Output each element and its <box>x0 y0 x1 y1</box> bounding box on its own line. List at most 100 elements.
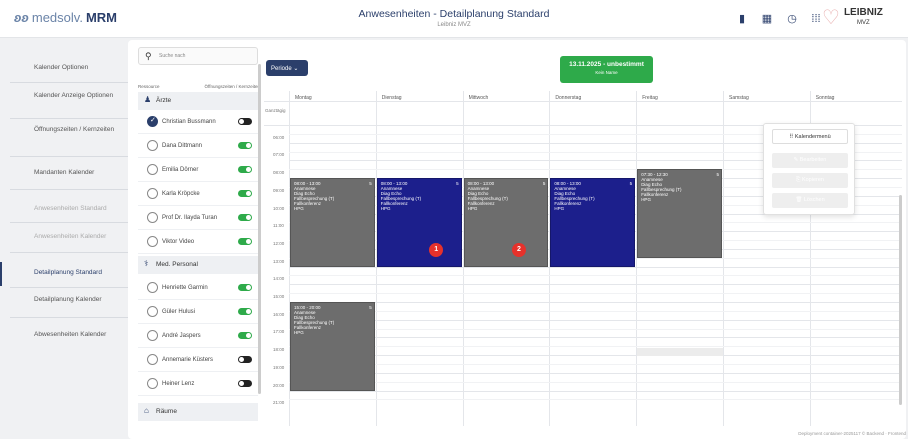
sidebar-item-kalender-anzeige[interactable]: Kalender Anzeige Optionen <box>0 92 128 100</box>
grid-icon[interactable]: ⁞⁞⁞ <box>809 12 823 26</box>
radio[interactable] <box>147 306 158 317</box>
resource-scrollbar[interactable] <box>258 64 261 394</box>
radio[interactable] <box>147 236 158 247</box>
toggle[interactable] <box>238 190 252 197</box>
list-item[interactable]: Annemarie Küsters <box>138 348 258 372</box>
edit-button[interactable]: ✎ Bearbeiten <box>772 153 848 168</box>
day-header-sonntag: Sonntag <box>815 95 835 101</box>
sidebar-item-anwesenheiten-kalender[interactable]: Anwesenheiten Kalender <box>0 233 128 241</box>
list-item[interactable]: Christian Bussmann <box>138 110 258 134</box>
half-line <box>289 381 902 383</box>
toggle[interactable] <box>238 380 252 387</box>
group-med-personal[interactable]: ⚕ Med. Personal <box>138 256 258 274</box>
group-raeume[interactable]: ⌂ Räume <box>138 403 258 421</box>
brand-logo: ♡ LEIBNIZ MVZ <box>822 7 883 29</box>
toggle[interactable] <box>238 238 252 245</box>
list-item[interactable]: Prof Dr. Ilayda Turan <box>138 206 258 230</box>
time-label: 18:00 <box>273 347 285 353</box>
toggle[interactable] <box>238 118 252 125</box>
radio[interactable] <box>147 330 158 341</box>
day-header-samstag: Samstag <box>729 95 749 101</box>
app-logo[interactable]: ʚʚ medsolv. MRM <box>14 10 117 25</box>
calendar-event[interactable]: 08:00 - 13:00 Anamnese Diag Echo Fallbespre… <box>463 178 549 267</box>
day-header-mittwoch: Mittwoch <box>468 95 489 101</box>
half-line <box>289 363 902 365</box>
hour-line <box>289 372 902 374</box>
hour-line <box>289 319 902 321</box>
brand-name: LEIBNIZ <box>843 7 883 18</box>
event-count: 5 <box>716 172 719 178</box>
time-label: 06:00 <box>273 134 285 140</box>
sidebar: Kalender Optionen Kalender Anzeige Optio… <box>0 38 128 439</box>
list-item[interactable]: Henriette Garmin <box>138 276 258 300</box>
toggle[interactable] <box>238 332 252 339</box>
event-count: 5 <box>629 181 633 187</box>
sidebar-item-anwesenheiten-standard[interactable]: Anwesenheiten Standard <box>0 205 128 213</box>
toggle[interactable] <box>238 214 252 221</box>
radio[interactable] <box>147 188 158 199</box>
radio[interactable] <box>147 378 158 389</box>
date-range: 13.11.2025 - unbestimmt <box>569 61 644 68</box>
date-range-box[interactable]: 13.11.2025 - unbestimmt Kein Name <box>560 56 653 83</box>
clock-icon[interactable]: ◷ <box>785 12 799 26</box>
toggle[interactable] <box>238 284 252 291</box>
sidebar-item-oeffnungszeiten[interactable]: Öffnungszeiten / Kernzeiten <box>0 126 128 134</box>
list-item[interactable]: Dana Dittmann <box>138 134 258 158</box>
period-button[interactable]: Periode ⌄ <box>266 60 308 76</box>
event-line: HPG <box>554 206 565 212</box>
sidebar-item-mandanten[interactable]: Mandanten Kalender <box>0 169 128 177</box>
allday-label: Ganztägig <box>265 108 286 113</box>
sidebar-item-abwesenheiten-kalender[interactable]: Abwesenheiten Kalender <box>0 331 128 339</box>
copy-button[interactable]: ⎘ Kopieren <box>772 173 848 188</box>
list-item[interactable]: Güler Hulusi <box>138 300 258 324</box>
logo-text: medsolv. <box>31 10 83 25</box>
half-line <box>289 399 902 401</box>
calendar-event[interactable]: 08:00 - 13:00 Anamnese Diag Echo Fallbespre… <box>290 178 375 267</box>
sidebar-item-kalender-optionen[interactable]: Kalender Optionen <box>0 64 128 72</box>
calendar-event[interactable]: 07:30 - 12:30 Anamnese Diag Echo Fallbespre… <box>637 169 722 258</box>
radio[interactable] <box>147 354 158 365</box>
radio[interactable] <box>147 164 158 175</box>
delete-button[interactable]: 🗑 Löschen <box>772 193 848 208</box>
radio[interactable] <box>147 212 158 223</box>
event-count: 5 <box>456 181 459 187</box>
calendar-scrollbar[interactable] <box>899 195 902 405</box>
list-item[interactable]: Heiner Lenz <box>138 372 258 396</box>
col-resource: Ressource <box>138 84 160 89</box>
group-aerzte[interactable]: ♟ Ärzte <box>138 92 258 110</box>
time-label: 13:00 <box>273 258 285 264</box>
day-header-freitag: Freitag <box>642 95 658 101</box>
search-input[interactable]: ⚲ Suche nach <box>138 47 258 65</box>
top-bar: ʚʚ medsolv. MRM Anwesenheiten - Detailplan… <box>0 0 908 38</box>
list-item[interactable]: Karla Kröpcke <box>138 182 258 206</box>
search-icon: ⚲ <box>145 51 152 61</box>
hour-line <box>289 302 902 303</box>
event-line: HPG <box>294 206 304 212</box>
half-line <box>289 275 902 277</box>
sidebar-item-detailplanung-standard[interactable]: Detailplanung Standard <box>0 262 128 286</box>
toggle[interactable] <box>238 356 252 363</box>
calendar-menu-button[interactable]: ⠿ Kalendermenü <box>772 129 848 144</box>
sidebar-item-detailplanung-kalender[interactable]: Detailplanung Kalender <box>0 296 128 304</box>
toggle[interactable] <box>238 142 252 149</box>
event-count: 5 <box>542 181 546 187</box>
radio[interactable] <box>147 282 158 293</box>
document-icon[interactable]: ▮ <box>735 12 749 26</box>
event-line: HPG <box>380 206 391 212</box>
calendar-icon[interactable]: ▦ <box>760 12 774 26</box>
toggle[interactable] <box>238 308 252 315</box>
highlight-cell <box>637 348 723 357</box>
marker-badge: 1 <box>429 242 444 257</box>
time-label: 11:00 <box>273 223 284 229</box>
calendar-event[interactable]: 08:00 - 13:00 Anamnese Diag Echo Fallbespre… <box>376 178 462 267</box>
list-item[interactable]: Emilia Dörner <box>138 158 258 182</box>
list-item[interactable]: André Jaspers <box>138 324 258 348</box>
marker-badge: 2 <box>512 242 526 257</box>
calendar-event[interactable]: 08:00 - 13:00 Anamnese Diag Echo Fallbespre… <box>550 178 636 267</box>
list-item[interactable]: Viktor Video <box>138 230 258 254</box>
radio[interactable] <box>147 140 158 151</box>
toggle[interactable] <box>238 166 252 173</box>
resource-column-headers: Ressource Öffnungszeiten / Kernzeiten <box>138 84 260 89</box>
calendar-event[interactable]: 15:00 - 20:00 Anamnese Diag Echo Fallbespre… <box>290 302 375 391</box>
check-icon[interactable] <box>147 116 158 127</box>
